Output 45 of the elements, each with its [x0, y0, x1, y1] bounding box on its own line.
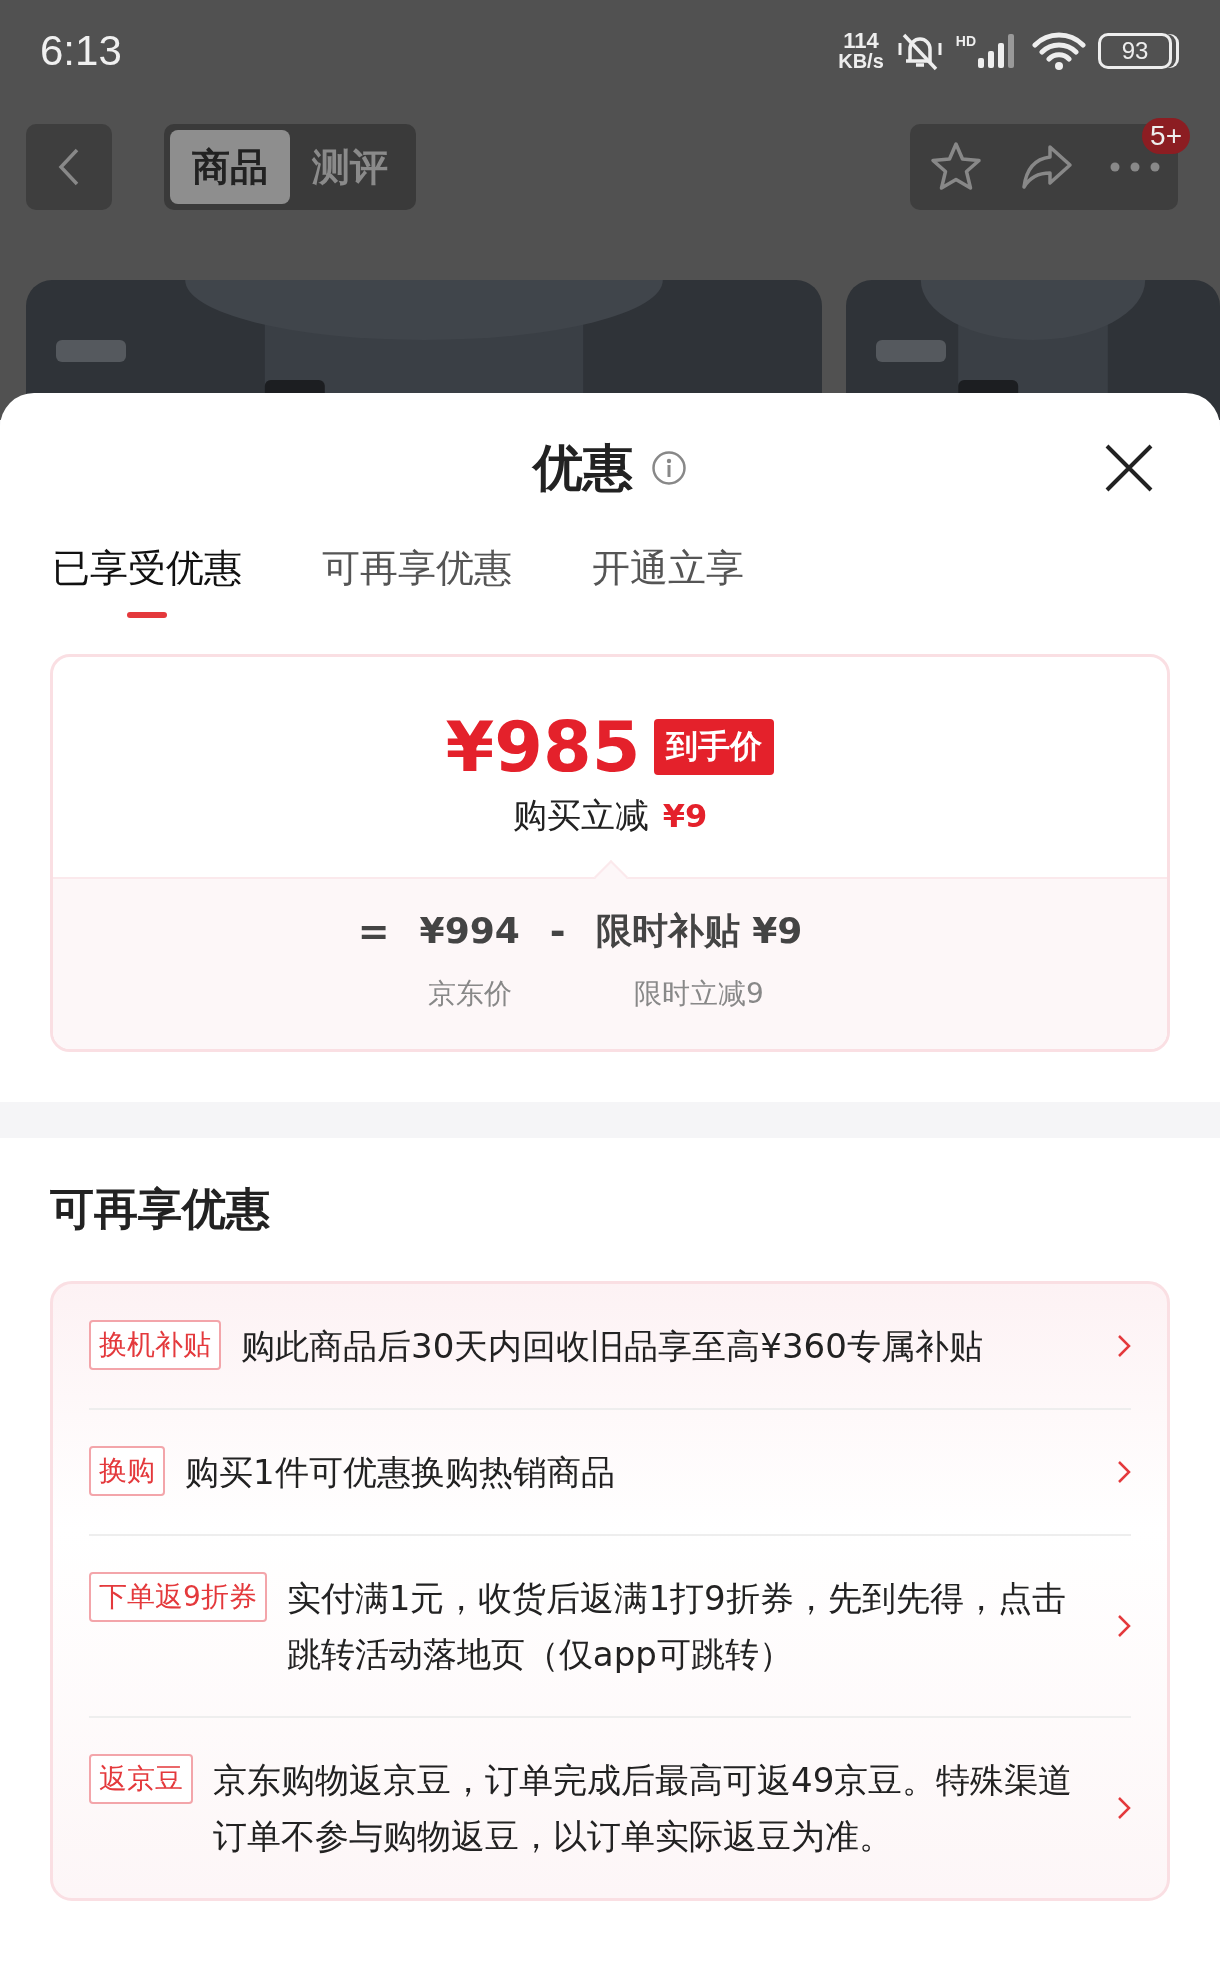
breakdown-caption: 限时立减9: [634, 976, 764, 1012]
breakdown-amount: 限时补贴 ¥9: [595, 909, 803, 953]
chevron-right-icon: [1117, 1796, 1131, 1820]
tab[interactable]: 可再享优惠: [320, 543, 514, 624]
offer-row[interactable]: 换机补贴 购此商品后30天内回收旧品享至高¥360专属补贴: [89, 1284, 1131, 1408]
network-speed: 114: [843, 31, 879, 51]
offer-tag: 下单返9折券: [89, 1572, 267, 1622]
more-icon[interactable]: [1110, 162, 1160, 172]
wifi-icon: [1032, 31, 1086, 71]
discount-amount: ¥9: [662, 797, 708, 835]
breakdown-amount: ¥994: [419, 909, 520, 953]
offer-tag: 换购: [89, 1446, 165, 1496]
battery-level: 93: [1121, 39, 1149, 63]
offer-text: 购买1件可优惠换购热销商品: [185, 1451, 616, 1494]
offer-row[interactable]: 下单返9折券 实付满1元，收货后返满1打9折券，先到先得，点击跳转活动落地页（仅app可跳转）: [89, 1534, 1131, 1716]
offer-row[interactable]: 换购 购买1件可优惠换购热销商品: [89, 1408, 1131, 1534]
chevron-right-icon: [1117, 1460, 1131, 1484]
sheet-title: 优惠: [533, 437, 633, 499]
offer-text: 购此商品后30天内回收旧品享至高¥360专属补贴: [241, 1325, 984, 1368]
offer-text: 京东购物返京豆，订单完成后最高可返49京豆。特殊渠道订单不参与购物返豆，以订单实际返豆为准。: [213, 1759, 1074, 1858]
clock-time: 6:13: [40, 27, 122, 75]
chevron-right-icon: [1117, 1614, 1131, 1638]
final-price: ¥985: [445, 707, 641, 787]
discount-label: 购买立减: [512, 794, 649, 837]
equals-sign: =: [357, 908, 390, 955]
notification-badge: 5+: [1142, 118, 1190, 154]
minus-sign: -: [549, 908, 566, 955]
offer-row[interactable]: 返京豆 京东购物返京豆，订单完成后最高可返49京豆。特殊渠道订单不参与购物返豆，以订单实际返豆为准。: [89, 1716, 1131, 1898]
share-icon[interactable]: [1020, 143, 1074, 191]
offer-tag: 换机补贴: [89, 1320, 221, 1370]
hd-label: HD: [955, 34, 976, 48]
offer-text: 实付满1元，收货后返满1打9折券，先到先得，点击跳转活动落地页（仅app可跳转）: [286, 1577, 1067, 1676]
back-button[interactable]: [26, 124, 112, 210]
chevron-right-icon: [1117, 1334, 1131, 1358]
tab[interactable]: 开通立享: [590, 543, 746, 624]
price-tag: 到手价: [654, 719, 775, 775]
chevron-left-icon[interactable]: [58, 147, 80, 187]
breakdown-caption: 京东价: [427, 976, 512, 1012]
network-speed-unit: KB/s: [838, 51, 884, 71]
tab[interactable]: 商品: [170, 130, 290, 204]
close-icon[interactable]: [1104, 443, 1154, 493]
tab[interactable]: 已享受优惠: [50, 543, 244, 624]
offer-tag: 返京豆: [89, 1754, 193, 1804]
info-icon[interactable]: [651, 450, 687, 486]
section-heading: 可再享优惠: [50, 1182, 271, 1236]
